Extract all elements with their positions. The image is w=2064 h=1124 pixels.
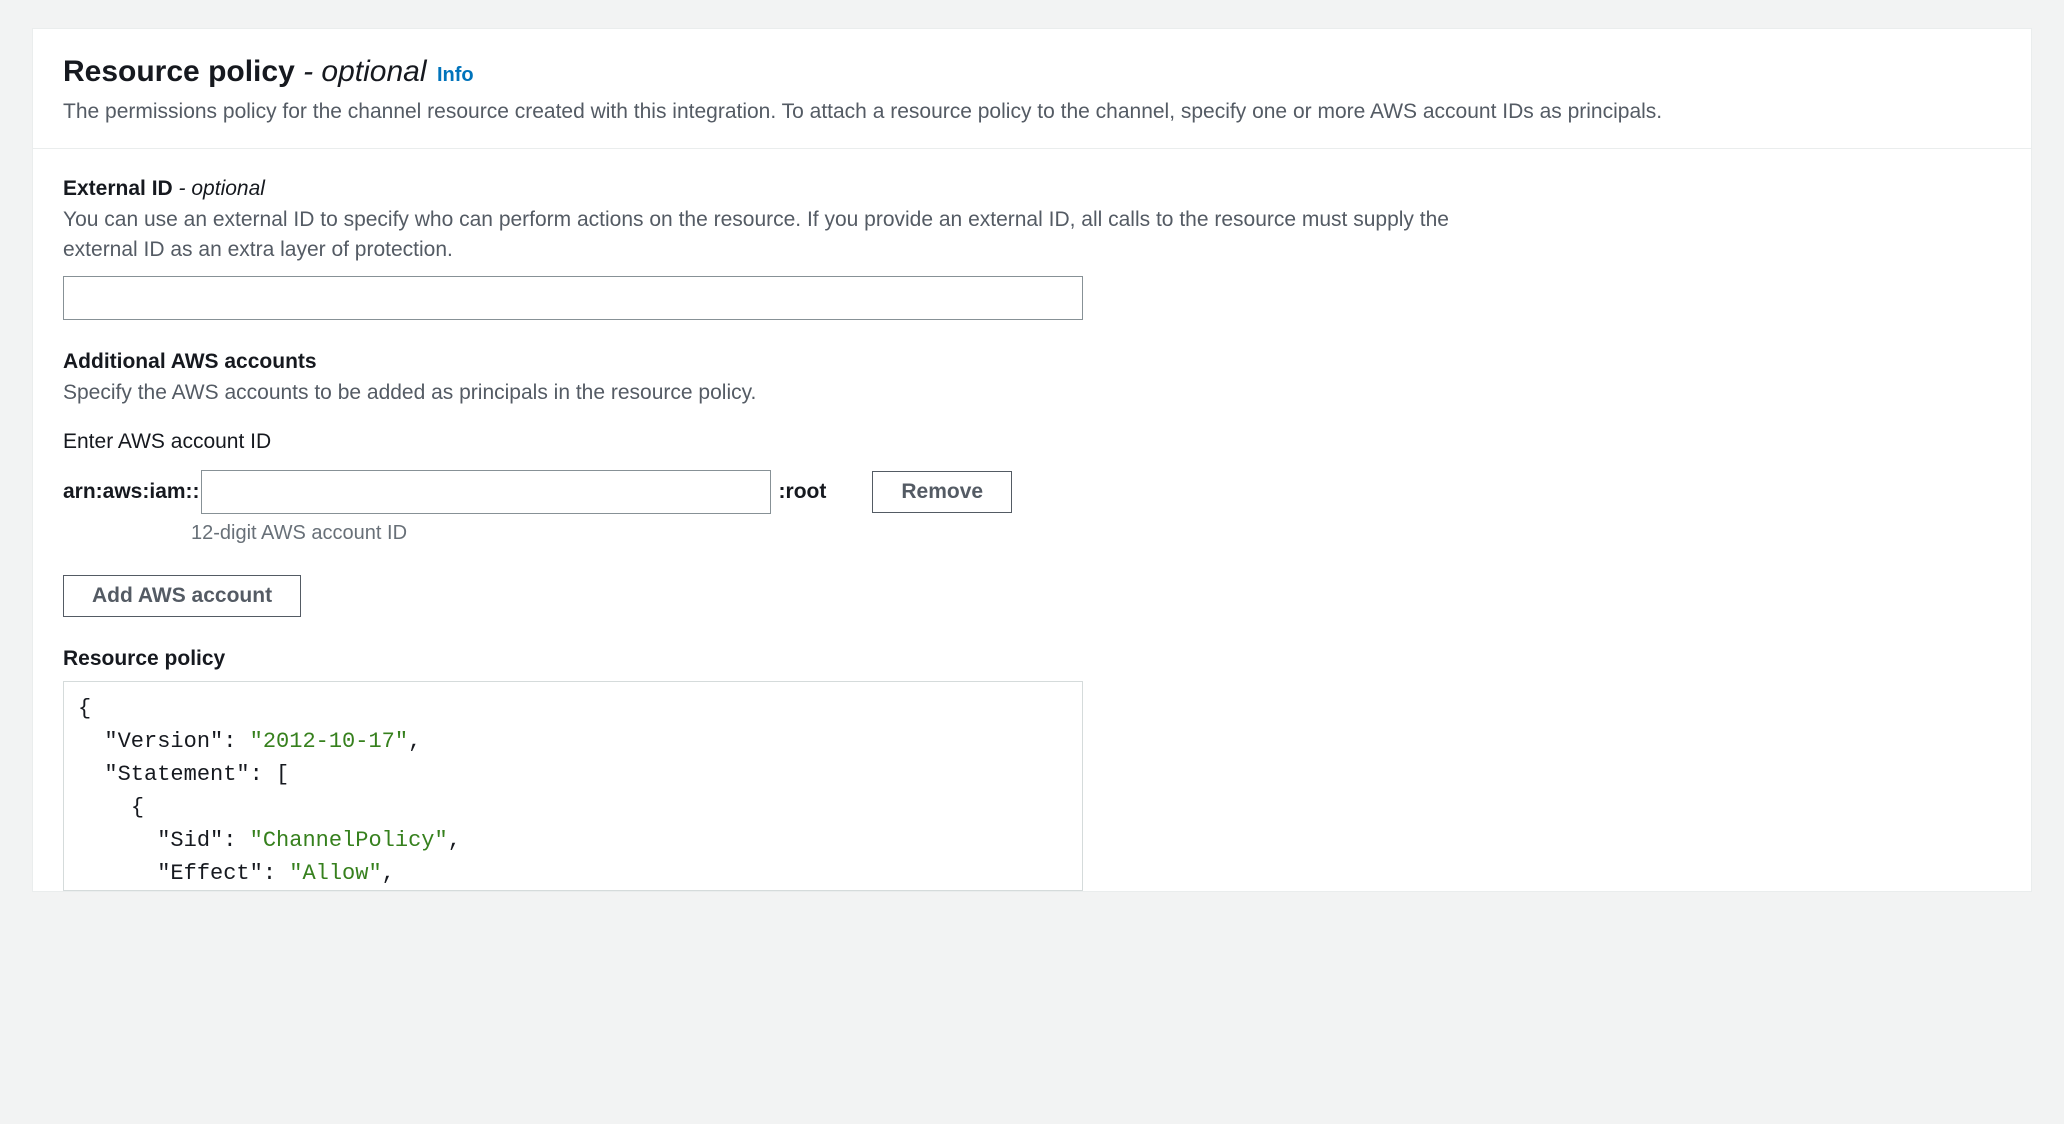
account-row: arn:aws:iam:: :root Remove [63, 470, 2001, 514]
policy-effect: "Allow" [289, 861, 381, 886]
policy-sid: "ChannelPolicy" [250, 828, 448, 853]
additional-accounts-section: Additional AWS accounts Specify the AWS … [63, 350, 2001, 890]
account-id-hint: 12-digit AWS account ID [191, 522, 2001, 545]
remove-account-button[interactable]: Remove [872, 471, 1012, 513]
external-id-section: External ID - optional You can use an ex… [63, 177, 2001, 320]
external-id-label: External ID - optional [63, 177, 2001, 201]
panel-title: Resource policy - optional [63, 55, 427, 88]
enter-account-label: Enter AWS account ID [63, 430, 2001, 454]
resource-policy-editor[interactable]: { "Version": "2012-10-17", "Statement": … [63, 681, 1083, 891]
resource-policy-label: Resource policy [63, 647, 2001, 671]
panel-header: Resource policy - optional Info The perm… [33, 29, 2031, 149]
additional-accounts-label: Additional AWS accounts [63, 350, 2001, 374]
external-id-input[interactable] [63, 276, 1083, 320]
panel-description: The permissions policy for the channel r… [63, 97, 2001, 126]
aws-account-id-input[interactable] [201, 470, 771, 514]
add-aws-account-button[interactable]: Add AWS account [63, 575, 301, 617]
panel-body: External ID - optional You can use an ex… [33, 149, 2031, 890]
additional-accounts-description: Specify the AWS accounts to be added as … [63, 378, 1463, 407]
arn-suffix: :root [779, 480, 827, 504]
policy-version: "2012-10-17" [250, 729, 408, 754]
arn-prefix: arn:aws:iam:: [63, 480, 200, 504]
resource-policy-panel: Resource policy - optional Info The perm… [32, 28, 2032, 892]
info-link[interactable]: Info [437, 64, 474, 86]
external-id-description: You can use an external ID to specify wh… [63, 205, 1463, 264]
